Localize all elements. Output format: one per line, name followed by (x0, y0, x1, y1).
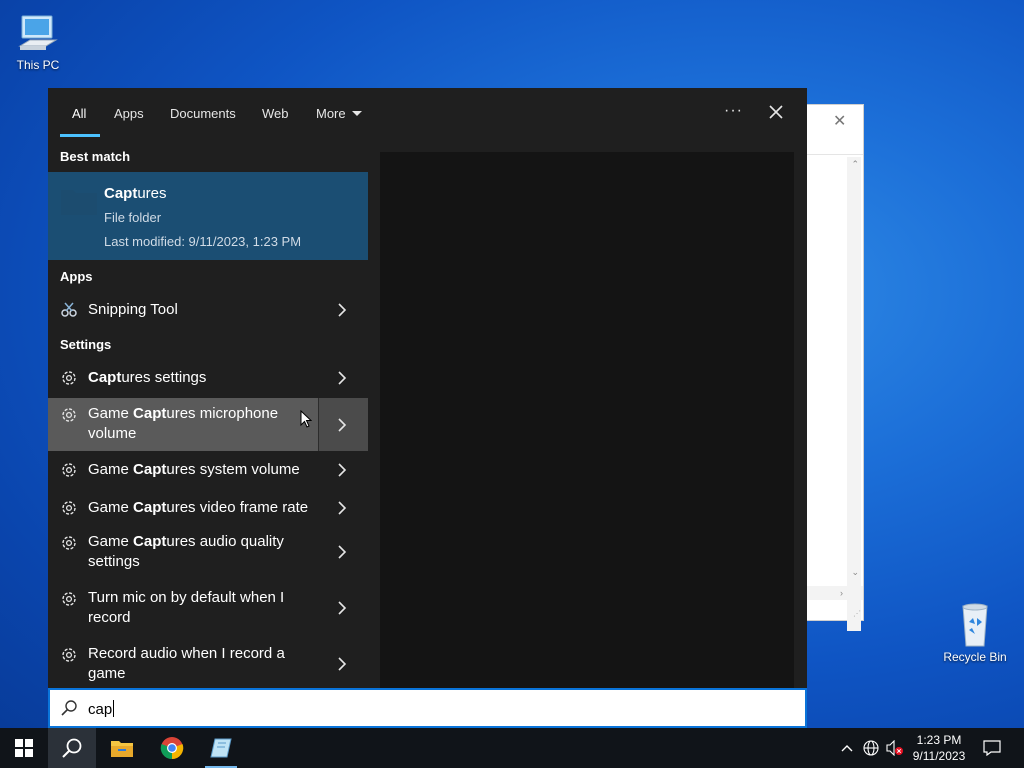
result-row-game-captures-system-volume[interactable]: Game Captures system volume (48, 451, 368, 491)
chevron-right-icon[interactable] (336, 303, 348, 317)
start-button[interactable] (0, 728, 48, 768)
scroll-down-icon[interactable]: ⌄ (851, 567, 859, 578)
result-label: Snipping Tool (88, 301, 178, 318)
gear-icon (62, 463, 76, 477)
scroll-up-icon[interactable]: ⌃ (851, 159, 859, 170)
chevron-right-icon[interactable] (336, 657, 348, 671)
search-tabs: All Apps Documents Web More ··· (48, 88, 807, 138)
resize-grip-icon[interactable]: ⋰ (853, 609, 861, 618)
result-label: Game Captures video frame rate (88, 499, 309, 516)
taskbar-clock[interactable]: 1:23 PM 9/11/2023 (904, 732, 974, 764)
section-header-best-match: Best match (60, 149, 131, 164)
background-explorer-window[interactable]: ✕ ⌃ ⌄ › ⋰ (806, 104, 864, 631)
gear-icon (62, 592, 76, 606)
best-match-title: Captures (104, 185, 167, 202)
notification-icon (983, 740, 1001, 756)
clock-date: 9/11/2023 (912, 749, 966, 763)
result-row-record-audio[interactable]: Record audio when I record a game (48, 639, 368, 688)
section-header-settings: Settings (60, 337, 112, 352)
search-icon (61, 700, 77, 716)
result-row-game-captures-video-frame-rate[interactable]: Game Captures video frame rate (48, 491, 368, 527)
close-icon[interactable]: ✕ (833, 111, 846, 131)
taskbar: 1:23 PM 9/11/2023 (0, 728, 1024, 768)
tab-apps[interactable]: Apps (114, 106, 144, 121)
tab-documents[interactable]: Documents (170, 106, 236, 121)
desktop-icon-this-pc[interactable]: This PC (0, 12, 76, 72)
tab-more-label: More (316, 106, 346, 121)
chevron-right-icon[interactable] (336, 418, 348, 432)
gear-icon (62, 648, 76, 662)
result-label: Game Captures audio quality settings (88, 533, 284, 570)
tab-all[interactable]: All (72, 106, 86, 121)
chevron-right-icon[interactable] (336, 371, 348, 385)
taskbar-search-button[interactable] (48, 728, 96, 768)
window-titlebar: ✕ (807, 105, 863, 155)
desktop-icon-label: Recycle Bin (943, 650, 1007, 664)
close-icon[interactable] (766, 102, 786, 122)
folder-icon (61, 190, 97, 215)
tray-network-button[interactable] (860, 728, 882, 768)
gear-icon (62, 501, 76, 515)
this-pc-icon (18, 15, 58, 50)
result-row-snipping-tool[interactable]: Snipping Tool (48, 290, 368, 330)
result-label: Game Captures microphone volume (88, 405, 279, 442)
tab-web[interactable]: Web (262, 106, 289, 121)
gear-icon (62, 371, 76, 385)
taskbar-file-explorer[interactable] (98, 728, 146, 768)
mouse-cursor-icon (300, 410, 312, 428)
text-caret (113, 700, 115, 717)
action-center-button[interactable] (980, 728, 1004, 768)
results-list: Best match Captures File folder Last mod… (48, 138, 368, 688)
result-label: Turn mic on by default when I record (88, 589, 285, 626)
result-label: Captures settings (88, 369, 207, 386)
more-options-button[interactable]: ··· (724, 102, 743, 120)
best-match-result[interactable]: Captures File folder Last modified: 9/11… (48, 172, 368, 260)
best-match-modified: Last modified: 9/11/2023, 1:23 PM (104, 234, 302, 249)
taskbar-chrome[interactable] (148, 728, 196, 768)
result-row-game-captures-audio-quality[interactable]: Game Captures audio quality settings (48, 527, 368, 583)
horizontal-scrollbar[interactable] (807, 586, 863, 600)
search-icon (62, 738, 82, 758)
chevron-up-icon (841, 745, 853, 752)
desktop-icon-label: This PC (16, 58, 60, 72)
result-row-game-captures-microphone-volume[interactable]: Game Captures microphone volume (48, 398, 368, 451)
chevron-right-icon[interactable] (336, 463, 348, 477)
scroll-right-icon[interactable]: › (840, 588, 843, 598)
start-icon (15, 739, 33, 757)
snipping-tool-icon (61, 302, 77, 317)
preview-pane (380, 152, 794, 688)
chevron-right-icon[interactable] (336, 601, 348, 615)
recycle-bin-icon (962, 603, 988, 647)
result-label: Record audio when I record a game (88, 645, 285, 682)
section-header-apps: Apps (60, 269, 93, 284)
divider (318, 398, 319, 451)
vertical-scrollbar[interactable] (847, 157, 861, 631)
network-icon (863, 740, 879, 756)
clock-time: 1:23 PM (916, 733, 962, 747)
chevron-right-icon[interactable] (336, 545, 348, 559)
volume-muted-icon (886, 740, 903, 756)
tab-more[interactable]: More (316, 106, 362, 121)
result-label: Game Captures system volume (88, 461, 300, 478)
search-input[interactable]: cap (88, 700, 115, 718)
tray-volume-button[interactable] (884, 728, 906, 768)
search-box[interactable]: cap (48, 688, 807, 728)
gear-icon (62, 408, 76, 422)
desktop-icon-recycle-bin[interactable]: Recycle Bin (937, 602, 1013, 664)
best-match-type: File folder (104, 210, 162, 225)
file-explorer-icon (111, 741, 133, 757)
chevron-down-icon (351, 111, 362, 116)
result-row-captures-settings[interactable]: Captures settings (48, 358, 368, 398)
result-row-turn-mic-on[interactable]: Turn mic on by default when I record (48, 583, 368, 639)
taskbar-snipping-tool[interactable] (197, 728, 245, 768)
active-tab-indicator (60, 134, 100, 137)
gear-icon (62, 536, 76, 550)
chevron-right-icon[interactable] (336, 501, 348, 515)
tray-overflow-button[interactable] (836, 728, 858, 768)
chrome-icon (160, 737, 184, 760)
search-panel: All Apps Documents Web More ··· Best mat… (48, 88, 807, 688)
snipping-tool-icon (210, 738, 232, 758)
